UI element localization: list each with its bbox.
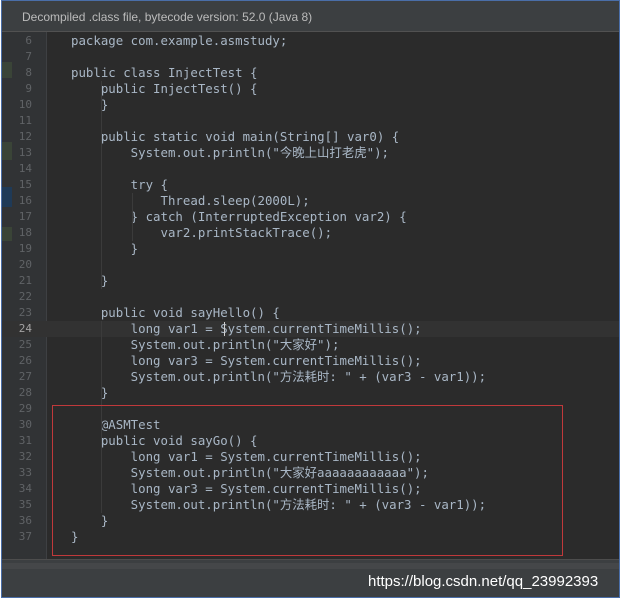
- line-number: 12: [18, 130, 32, 143]
- code-text: try {: [71, 177, 168, 192]
- line-number: 32: [18, 450, 32, 463]
- code-line[interactable]: 7: [2, 49, 619, 65]
- code-text: public static void main(String[] var0) {: [71, 129, 400, 144]
- code-text: long var1 = System.currentTimeMillis();: [71, 321, 422, 336]
- code-text: }: [71, 385, 109, 400]
- code-text: }: [71, 97, 109, 112]
- line-number: 37: [18, 530, 32, 543]
- code-line[interactable]: 27 System.out.println("方法耗时: " + (var3 -…: [2, 369, 619, 385]
- line-number: 26: [18, 354, 32, 367]
- code-line[interactable]: 13 System.out.println("今晚上山打老虎");: [2, 145, 619, 161]
- line-number: 6: [25, 34, 32, 47]
- line-number: 13: [18, 146, 32, 159]
- code-text: Thread.sleep(2000L);: [71, 193, 310, 208]
- indent-guide: [132, 193, 133, 241]
- horizontal-scrollbar[interactable]: [2, 563, 619, 569]
- code-text: var2.printStackTrace();: [71, 225, 333, 240]
- code-text: System.out.println("方法耗时: " + (var3 - va…: [71, 369, 487, 384]
- line-number: 18: [18, 226, 32, 239]
- line-number: 8: [25, 66, 32, 79]
- code-line[interactable]: 23 public void sayHello() {: [2, 305, 619, 321]
- line-number: 29: [18, 402, 32, 415]
- code-line[interactable]: 12 public static void main(String[] var0…: [2, 129, 619, 145]
- banner-text: Decompiled .class file, bytecode version…: [22, 10, 313, 24]
- line-number: 15: [18, 178, 32, 191]
- code-text: System.out.println("大家好");: [71, 337, 340, 352]
- line-number: 21: [18, 274, 32, 287]
- code-line[interactable]: 20: [2, 257, 619, 273]
- line-number: 27: [18, 370, 32, 383]
- code-line[interactable]: 21 }: [2, 273, 619, 289]
- code-line[interactable]: 8 public class InjectTest {: [2, 65, 619, 81]
- code-line[interactable]: 25 System.out.println("大家好");: [2, 337, 619, 353]
- line-number: 10: [18, 98, 32, 111]
- code-line[interactable]: 26 long var3 = System.currentTimeMillis(…: [2, 353, 619, 369]
- code-text: package com.example.asmstudy;: [71, 33, 288, 48]
- code-line[interactable]: 24 long var1 = System.currentTimeMillis(…: [2, 321, 619, 337]
- line-number: 30: [18, 418, 32, 431]
- code-line[interactable]: 15 try {: [2, 177, 619, 193]
- text-caret: [224, 322, 225, 336]
- code-line[interactable]: 17 } catch (InterruptedException var2) {: [2, 209, 619, 225]
- code-text: public class InjectTest {: [71, 65, 258, 80]
- line-number: 19: [18, 242, 32, 255]
- code-text: }: [71, 273, 109, 288]
- line-number: 28: [18, 386, 32, 399]
- code-text: } catch (InterruptedException var2) {: [71, 209, 407, 224]
- line-number: 22: [18, 290, 32, 303]
- code-line[interactable]: 10 }: [2, 97, 619, 113]
- code-line[interactable]: 11: [2, 113, 619, 129]
- line-number: 20: [18, 258, 32, 271]
- line-number: 16: [18, 194, 32, 207]
- line-number: 9: [25, 82, 32, 95]
- line-number: 34: [18, 482, 32, 495]
- line-number: 25: [18, 338, 32, 351]
- line-number: 14: [18, 162, 32, 175]
- line-number: 23: [18, 306, 32, 319]
- code-text: System.out.println("今晚上山打老虎");: [71, 145, 389, 160]
- code-line[interactable]: 18 var2.printStackTrace();: [2, 225, 619, 241]
- line-number: 11: [18, 114, 32, 127]
- code-line[interactable]: 9 public InjectTest() {: [2, 81, 619, 97]
- line-number: 7: [25, 50, 32, 63]
- line-number: 33: [18, 466, 32, 479]
- line-number: 24: [18, 322, 32, 335]
- code-line[interactable]: 28 }: [2, 385, 619, 401]
- code-text: long var3 = System.currentTimeMillis();: [71, 353, 422, 368]
- line-number: 36: [18, 514, 32, 527]
- code-line[interactable]: 19 }: [2, 241, 619, 257]
- line-number: 31: [18, 434, 32, 447]
- code-text: public InjectTest() {: [71, 81, 258, 96]
- line-number: 17: [18, 210, 32, 223]
- code-line[interactable]: 22: [2, 289, 619, 305]
- code-text: public void sayHello() {: [71, 305, 280, 320]
- code-line[interactable]: 16 Thread.sleep(2000L);: [2, 193, 619, 209]
- line-number: 35: [18, 498, 32, 511]
- code-line[interactable]: 14: [2, 161, 619, 177]
- code-line[interactable]: 6 package com.example.asmstudy;: [2, 33, 619, 49]
- indent-guide: [101, 81, 102, 289]
- highlight-rectangle: [52, 405, 563, 556]
- watermark: https://blog.csdn.net/qq_23992393: [368, 573, 599, 590]
- code-text: }: [71, 241, 139, 256]
- decompiled-banner: Decompiled .class file, bytecode version…: [2, 1, 619, 32]
